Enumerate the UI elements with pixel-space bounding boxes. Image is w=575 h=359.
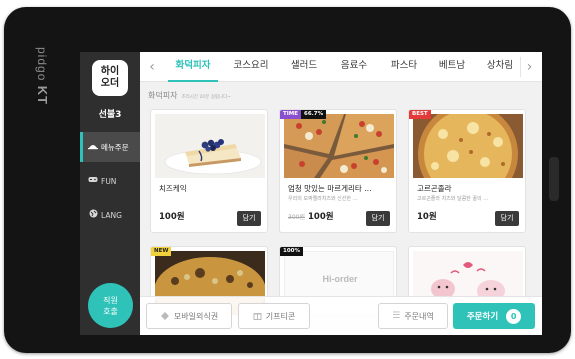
brand-big-text: KT [35,85,50,106]
original-price: 300원 [288,214,305,221]
globe-icon [88,209,98,221]
discount-badge: 100% [280,247,303,256]
order-history-label: 주문내역 [404,311,434,321]
list-icon: ☰ [392,311,401,321]
menu-card-gorgonzola[interactable]: BEST 고르곤졸라 고르곤졸라 치즈와 달콤한 꿀의 … 10원 담기 [408,109,526,233]
device-home-button[interactable] [549,157,559,201]
bottom-action-bar: 모바일외식권 기프티콘 ☰ 주문내역 주문하기 0 [140,296,542,335]
place-order-label: 주문하기 [466,312,499,322]
tab-course[interactable]: 코스요리 [226,52,276,82]
dish-icon [88,142,98,153]
gorgonzola-pizza-image [413,114,523,178]
margherita-pizza-image [284,114,394,178]
tab-salad[interactable]: 샐러드 [282,52,326,82]
menu-description: 우리의 모짜렐라치즈와 신선한 … [288,196,358,202]
category-header: 화덕피자 조리시간 20분 걸립니다~ [148,90,231,102]
menu-name: 고르곤졸라 [417,184,452,193]
menu-card-cheesecake[interactable]: 치즈케익 100원 담기 [150,109,268,233]
sidebar-item-label: LANG [101,210,122,220]
category-tabs: ‹ 화덕피자 코스요리 샐러드 음료수 파스타 베트남 상차림 › [140,52,542,82]
order-history-button[interactable]: ☰ 주문내역 [378,303,448,329]
cheesecake-image [155,114,265,178]
app-screen: 하이 오더 선불3 메뉴주문 FUN LANG 직원 호출 ‹ 화덕피자 코스요… [80,52,542,335]
discount-badge: 66.7% [301,110,327,119]
placeholder-logo-text: Hi-order [322,274,358,284]
gifticon-label: 기프티콘 [265,311,296,321]
tab-pasta[interactable]: 파스타 [382,52,426,82]
menu-name: 엄청 맛있는 마르게리타 … [288,184,372,193]
menu-price: 100원 [159,210,185,222]
category-title: 화덕피자 [148,91,178,100]
chevron-left-icon[interactable]: ‹ [143,57,161,77]
sidebar-item-menu-order[interactable]: 메뉴주문 [80,132,140,162]
call-staff-line-1: 직원 [103,296,118,305]
table-name: 선불3 [98,110,122,120]
chevron-right-icon[interactable]: › [520,57,538,77]
device-brand: pidgo KT [34,47,50,167]
place-order-button[interactable]: 주문하기 0 [453,303,535,329]
gifticon-button[interactable]: 기프티콘 [238,303,310,329]
category-note: 조리시간 20분 걸립니다~ [181,95,232,100]
sidebar-item-lang[interactable]: LANG [80,200,140,230]
mobile-voucher-button[interactable]: 모바일외식권 [146,303,232,329]
menu-card-margherita[interactable]: TIME 66.7% 엄청 맛있는 마르게리타 … 우리의 모짜렐라치즈와 신선… [279,109,397,233]
tab-hwadeok-pizza[interactable]: 화덕피자 [168,52,218,82]
price-value: 10원 [417,212,437,222]
menu-name: 치즈케익 [159,184,187,193]
add-to-cart-button[interactable]: 담기 [237,211,261,226]
logo-line-2: 오더 [100,78,120,89]
best-badge: BEST [409,110,431,119]
tab-vietnam[interactable]: 베트남 [430,52,474,82]
gift-icon [253,311,262,322]
menu-description: 고르곤졸라 치즈와 달콤한 꿀의 … [417,196,489,202]
new-badge: NEW [151,247,172,256]
tablet-frame: pidgo KT 하이 오더 선불3 메뉴주문 FUN LANG 직원 호출 ‹… [4,7,571,353]
call-staff-line-2: 호출 [103,307,118,316]
price-value: 100원 [159,212,185,222]
ticket-icon [160,311,170,322]
cart-count-badge: 0 [506,308,522,324]
call-staff-button[interactable]: 직원 호출 [88,283,133,328]
add-to-cart-button[interactable]: 담기 [366,211,390,226]
sidebar-item-label: 메뉴주문 [101,142,129,152]
sidebar: 하이 오더 선불3 메뉴주문 FUN LANG 직원 호출 [80,52,140,335]
menu-price: 10원 [417,210,437,222]
tab-drinks[interactable]: 음료수 [332,52,376,82]
sidebar-item-label: FUN [101,176,117,186]
mobile-voucher-label: 모바일외식권 [173,311,219,321]
app-logo: 하이 오더 [92,60,128,96]
game-controller-icon [88,176,98,186]
add-to-cart-button[interactable]: 담기 [495,211,519,226]
logo-line-1: 하이 [100,66,120,77]
price-value: 100원 [307,212,334,222]
time-badge: TIME [280,110,302,119]
brand-small-text: pidgo [35,47,49,82]
menu-price: 300원 100원 [288,210,334,222]
tab-table-setting[interactable]: 상차림 [478,52,522,82]
sidebar-item-fun[interactable]: FUN [80,166,140,196]
